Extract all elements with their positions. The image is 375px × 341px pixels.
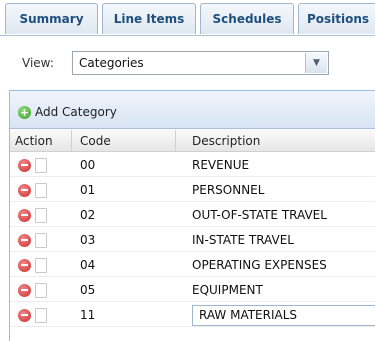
row-code: 04 — [80, 258, 96, 272]
view-select[interactable]: Categories ▼ — [72, 51, 329, 75]
row-description: OPERATING EXPENSES — [192, 258, 327, 272]
document-icon[interactable] — [35, 158, 47, 173]
row-code: 11 — [80, 308, 96, 322]
add-circle-icon: + — [18, 105, 31, 119]
table-row[interactable]: 05 EQUIPMENT — [10, 278, 375, 302]
tab-positions[interactable]: Positions — [298, 3, 375, 34]
row-code: 00 — [80, 158, 96, 172]
table-row[interactable]: 04 OPERATING EXPENSES — [10, 253, 375, 277]
row-code: 03 — [80, 233, 96, 247]
row-description: OUT-OF-STATE TRAVEL — [192, 208, 327, 222]
minus-circle-icon[interactable] — [18, 209, 31, 222]
tab-schedules[interactable]: Schedules — [200, 3, 294, 34]
row-description: PERSONNEL — [192, 183, 265, 197]
table-row[interactable]: 11 RAW MATERIALS — [10, 303, 375, 327]
tab-bar: Summary Line Items Schedules Positions — [0, 0, 375, 36]
document-icon[interactable] — [35, 258, 47, 273]
document-icon[interactable] — [35, 183, 47, 198]
document-icon[interactable] — [35, 283, 47, 298]
grid-header: Action Code Description — [10, 130, 375, 152]
document-icon[interactable] — [35, 308, 47, 323]
tab-summary[interactable]: Summary — [5, 3, 98, 34]
add-category-label: Add Category — [35, 105, 117, 119]
row-code: 01 — [80, 183, 96, 197]
minus-circle-icon[interactable] — [18, 184, 31, 197]
row-code: 02 — [80, 208, 96, 222]
row-actions — [18, 208, 47, 223]
row-actions — [18, 183, 47, 198]
grid-toolbar: + Add Category — [10, 91, 375, 129]
row-actions — [18, 233, 47, 248]
table-row[interactable]: 02 OUT-OF-STATE TRAVEL — [10, 203, 375, 227]
view-select-value: Categories — [79, 56, 144, 70]
row-code: 05 — [80, 283, 96, 297]
description-input[interactable]: RAW MATERIALS — [192, 305, 375, 326]
row-description: EQUIPMENT — [192, 283, 263, 297]
row-actions — [18, 258, 47, 273]
row-description: REVENUE — [192, 158, 250, 172]
chevron-down-icon[interactable]: ▼ — [305, 53, 327, 73]
categories-grid: + Add Category Action Code Description 0… — [9, 90, 375, 341]
row-description: IN-STATE TRAVEL — [192, 233, 294, 247]
row-actions — [18, 308, 47, 323]
minus-circle-icon[interactable] — [18, 234, 31, 247]
minus-circle-icon[interactable] — [18, 309, 31, 322]
document-icon[interactable] — [35, 208, 47, 223]
minus-circle-icon[interactable] — [18, 259, 31, 272]
column-header-code[interactable]: Code — [72, 130, 176, 152]
tab-line-items[interactable]: Line Items — [102, 3, 196, 34]
table-row[interactable]: 03 IN-STATE TRAVEL — [10, 228, 375, 252]
table-row[interactable]: 00 REVENUE — [10, 153, 375, 177]
document-icon[interactable] — [35, 233, 47, 248]
column-header-description[interactable]: Description — [176, 130, 375, 152]
minus-circle-icon[interactable] — [18, 284, 31, 297]
column-header-action[interactable]: Action — [10, 130, 72, 152]
view-label: View: — [22, 56, 54, 70]
minus-circle-icon[interactable] — [18, 159, 31, 172]
add-category-button[interactable]: + Add Category — [18, 104, 117, 120]
table-row[interactable]: 01 PERSONNEL — [10, 178, 375, 202]
row-actions — [18, 283, 47, 298]
row-actions — [18, 158, 47, 173]
